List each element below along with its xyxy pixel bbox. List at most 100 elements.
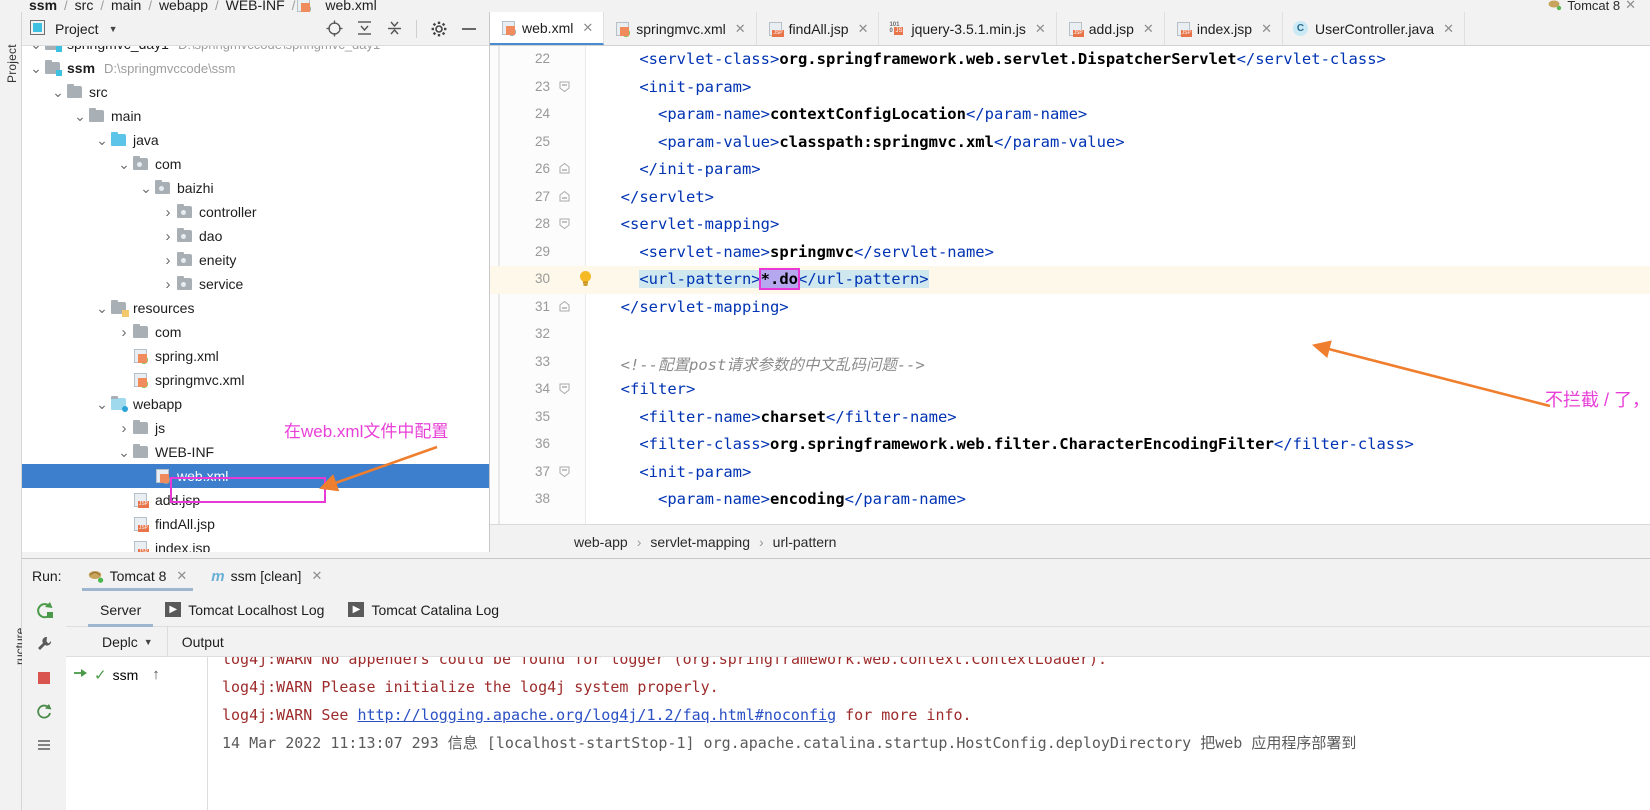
code-line[interactable]: 22 <servlet-class>org.springframework.we… — [490, 46, 1650, 74]
editor-breadcrumb-item-servlet-mapping[interactable]: servlet-mapping — [650, 534, 750, 550]
chevron-down-icon[interactable]: ⌄ — [28, 46, 44, 51]
move-up-icon[interactable]: ↑ — [152, 666, 160, 683]
code-line[interactable]: 28 <servlet-mapping> — [490, 211, 1650, 239]
code-line[interactable]: 37 <init-param> — [490, 459, 1650, 487]
gear-icon[interactable] — [427, 17, 451, 41]
run-tab-tomcat[interactable]: Tomcat 8 ✕ — [76, 559, 200, 593]
tree-node-springmvc-xml[interactable]: springmvc.xml — [22, 368, 489, 392]
rerun-icon[interactable] — [22, 593, 66, 627]
chevron-right-icon[interactable]: › — [116, 420, 132, 437]
locate-icon[interactable] — [322, 17, 346, 41]
editor-tab-index-jsp[interactable]: index.jsp ✕ — [1165, 12, 1283, 45]
code-fold-icon[interactable] — [558, 300, 570, 313]
chevron-down-icon[interactable]: ⌄ — [94, 133, 110, 147]
wrench-icon[interactable] — [22, 627, 66, 661]
intention-bulb-icon[interactable] — [578, 270, 594, 288]
editor-tab-usercontroller-java[interactable]: C UserController.java ✕ — [1283, 12, 1465, 45]
chevron-right-icon[interactable]: › — [160, 252, 176, 269]
chevron-right-icon[interactable]: › — [116, 324, 132, 341]
sub-tab-output[interactable]: Output — [168, 627, 238, 657]
chevron-down-icon[interactable]: ⌄ — [28, 61, 44, 75]
scroll-to-end-icon[interactable] — [22, 729, 66, 763]
code-line[interactable]: 31 </servlet-mapping> — [490, 294, 1650, 322]
chevron-down-icon[interactable]: ⌄ — [94, 397, 110, 411]
expand-all-icon[interactable] — [352, 17, 376, 41]
code-line[interactable]: 26 </init-param> — [490, 156, 1650, 184]
code-fold-icon[interactable] — [558, 190, 570, 203]
close-icon[interactable]: ✕ — [176, 568, 187, 584]
chevron-right-icon[interactable]: › — [160, 204, 176, 221]
code-line[interactable]: 29 <servlet-name>springmvc</servlet-name… — [490, 239, 1650, 267]
code-fold-icon[interactable] — [558, 162, 570, 175]
close-icon[interactable]: ✕ — [1035, 21, 1046, 37]
collapse-all-icon[interactable] — [382, 17, 406, 41]
tree-node-findall-jsp[interactable]: findAll.jsp — [22, 512, 489, 536]
editor-tab-jquery-3-5-1-min-js[interactable]: 101 0 JS jquery-3.5.1.min.js ✕ — [879, 12, 1057, 45]
deployment-list[interactable]: ✓ ssm ↑ — [66, 657, 208, 810]
close-icon[interactable]: ✕ — [582, 20, 593, 36]
tree-node-springmvc-day1[interactable]: ⌄ springmvc_day1 D:\springmvccode\springmv… — [22, 46, 489, 56]
close-icon[interactable]: ✕ — [1261, 21, 1272, 37]
tree-node-service[interactable]: › service — [22, 272, 489, 296]
console-link[interactable]: http://logging.apache.org/log4j/1.2/faq.… — [357, 706, 836, 724]
tree-node-baizhi[interactable]: ⌄ baizhi — [22, 176, 489, 200]
deployment-item[interactable]: ✓ ssm ↑ — [66, 657, 207, 692]
tree-node-java[interactable]: ⌄ java — [22, 128, 489, 152]
tree-node-webapp[interactable]: ⌄ webapp — [22, 392, 489, 416]
code-fold-icon[interactable] — [558, 466, 570, 478]
hide-panel-icon[interactable] — [457, 17, 481, 41]
chevron-down-icon[interactable]: ⌄ — [138, 181, 154, 195]
tree-node-com[interactable]: ⌄ com — [22, 152, 489, 176]
tree-node-com[interactable]: › com — [22, 320, 489, 344]
code-line[interactable]: 30 <url-pattern>*.do</url-pattern> — [490, 266, 1650, 294]
close-icon[interactable]: ✕ — [735, 21, 746, 37]
tree-node-spring-xml[interactable]: spring.xml — [22, 344, 489, 368]
code-line[interactable]: 38 <param-name>encoding</param-name> — [490, 486, 1650, 514]
chevron-right-icon[interactable]: › — [160, 228, 176, 245]
console-output[interactable]: log4j:WARN No appenders could be found f… — [208, 657, 1650, 810]
stop-icon[interactable] — [22, 661, 66, 695]
chevron-down-icon[interactable]: ⌄ — [94, 301, 110, 315]
tree-node-src[interactable]: ⌄ src — [22, 80, 489, 104]
tree-node-main[interactable]: ⌄ main — [22, 104, 489, 128]
chevron-down-icon[interactable]: ▼ — [109, 24, 118, 34]
sub-tab-deploy[interactable]: Deplc ▼ — [88, 627, 167, 657]
editor-breadcrumb-item-url-pattern[interactable]: url-pattern — [773, 534, 837, 550]
code-line[interactable]: 25 <param-value>classpath:springmvc.xml<… — [490, 129, 1650, 157]
code-editor[interactable]: 22 <servlet-class>org.springframework.we… — [490, 46, 1650, 524]
code-line[interactable]: 27 </servlet> — [490, 184, 1650, 212]
tree-node-ssm[interactable]: ⌄ ssm D:\springmvccode\ssm — [22, 56, 489, 80]
log-tab-server[interactable]: Server — [88, 593, 154, 627]
editor-breadcrumb-item-webapp[interactable]: web-app — [574, 534, 628, 550]
project-panel-title[interactable]: Project — [55, 21, 99, 37]
editor-tab-findall-jsp[interactable]: findAll.jsp ✕ — [757, 12, 880, 45]
tree-node-eneity[interactable]: › eneity — [22, 248, 489, 272]
close-icon[interactable]: ✕ — [858, 21, 869, 37]
code-fold-icon[interactable] — [558, 218, 570, 230]
project-tool-label[interactable]: Project — [5, 23, 19, 83]
editor-tab-add-jsp[interactable]: add.jsp ✕ — [1057, 12, 1165, 45]
code-line[interactable]: 24 <param-name>contextConfigLocation</pa… — [490, 101, 1650, 129]
editor-tab-web-xml[interactable]: web.xml ✕ — [490, 12, 605, 45]
chevron-down-icon[interactable]: ▼ — [144, 637, 153, 647]
code-fold-icon[interactable] — [558, 81, 570, 93]
chevron-down-icon[interactable]: ⌄ — [116, 157, 132, 171]
close-icon[interactable]: ✕ — [311, 568, 322, 584]
chevron-down-icon[interactable]: ⌄ — [72, 109, 88, 123]
log-tab-localhost[interactable]: ▶ Tomcat Localhost Log — [153, 593, 336, 627]
editor-tab-bar[interactable]: web.xml✕springmvc.xml✕findAll.jsp✕1010JS… — [490, 12, 1650, 46]
tree-node-resources[interactable]: ⌄ resources — [22, 296, 489, 320]
run-tab-maven[interactable]: m ssm [clean] ✕ — [199, 559, 334, 593]
log-tab-catalina[interactable]: ▶ Tomcat Catalina Log — [336, 593, 511, 627]
editor-tab-springmvc-xml[interactable]: springmvc.xml ✕ — [604, 12, 757, 45]
code-line[interactable]: 23 <init-param> — [490, 74, 1650, 102]
chevron-right-icon[interactable]: › — [160, 276, 176, 293]
close-icon[interactable]: ✕ — [1143, 21, 1154, 37]
tree-node-dao[interactable]: › dao — [22, 224, 489, 248]
chevron-down-icon[interactable]: ⌄ — [50, 85, 66, 99]
chevron-down-icon[interactable]: ⌄ — [116, 445, 132, 459]
close-icon[interactable]: ✕ — [1443, 21, 1454, 37]
tree-node-controller[interactable]: › controller — [22, 200, 489, 224]
code-line[interactable]: 36 <filter-class>org.springframework.web… — [490, 431, 1650, 459]
code-fold-icon[interactable] — [558, 383, 570, 395]
